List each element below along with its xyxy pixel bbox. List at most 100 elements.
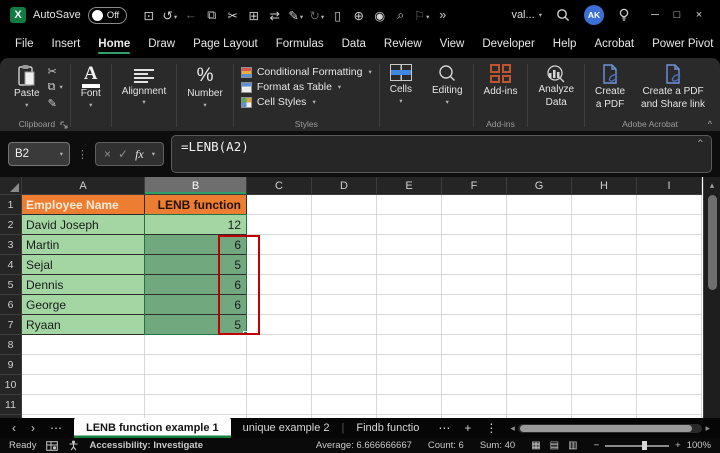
cell-F5[interactable] [442,275,507,295]
cell-D6[interactable] [312,295,377,315]
format-painter-icon[interactable]: ✎▾ [285,8,306,23]
cell-A3[interactable]: Martin [22,235,145,255]
maximize-button[interactable]: □ [666,9,688,21]
tab-review[interactable]: Review [375,33,431,55]
number-menu-button[interactable]: % Number ▾ [184,63,226,111]
tab-page-layout[interactable]: Page Layout [184,33,267,55]
column-header-H[interactable]: H [572,177,637,195]
tab-view[interactable]: View [431,33,474,55]
cell-F12[interactable] [442,415,507,418]
cell-A6[interactable]: George [22,295,145,315]
scroll-right-icon[interactable]: ▸ [705,423,710,434]
cell-E1[interactable] [377,195,442,215]
cell-D8[interactable] [312,335,377,355]
cell-A9[interactable] [22,355,145,375]
cell-D1[interactable] [312,195,377,215]
avatar[interactable]: AK [584,5,604,25]
font-menu-button[interactable]: A Font ▾ [78,63,104,111]
lightbulb-icon[interactable] [618,8,630,22]
cell-G3[interactable] [507,235,572,255]
cell-E6[interactable] [377,295,442,315]
cell-D7[interactable] [312,315,377,335]
cell-H5[interactable] [572,275,637,295]
cell-C3[interactable] [247,235,312,255]
cell-C10[interactable] [247,375,312,395]
cell-C1[interactable] [247,195,312,215]
cell-I5[interactable] [637,275,702,295]
cell-A4[interactable]: Sejal [22,255,145,275]
minimize-button[interactable]: ─ [644,9,666,21]
camera-icon[interactable]: ◉ [369,8,390,23]
cell-B2[interactable]: 12 [145,215,247,235]
cell-E2[interactable] [377,215,442,235]
cell-I10[interactable] [637,375,702,395]
tab-formulas[interactable]: Formulas [267,33,333,55]
cell-I9[interactable] [637,355,702,375]
cell-C9[interactable] [247,355,312,375]
lookup-icon[interactable]: ⌕ [390,8,411,23]
cell-F2[interactable] [442,215,507,235]
cell-G12[interactable] [507,415,572,418]
cell-D5[interactable] [312,275,377,295]
cell-A12[interactable] [22,415,145,418]
tab-insert[interactable]: Insert [43,33,90,55]
cell-G7[interactable] [507,315,572,335]
tab-power-pivot[interactable]: Power Pivot [643,33,720,55]
cell-E10[interactable] [377,375,442,395]
cell-A11[interactable] [22,395,145,415]
cell-I11[interactable] [637,395,702,415]
autosave-toggle[interactable]: Off [88,7,128,24]
cell-E4[interactable] [377,255,442,275]
cell-B8[interactable] [145,335,247,355]
row-header-4[interactable]: 4 [0,255,22,275]
row-header-6[interactable]: 6 [0,295,22,315]
cell-E12[interactable] [377,415,442,418]
cell-H2[interactable] [572,215,637,235]
column-header-E[interactable]: E [377,177,442,195]
vertical-scrollbar[interactable]: ▴ [703,177,720,418]
enter-button[interactable]: ✓ [118,147,128,161]
row-header-1[interactable]: 1 [0,195,22,215]
cell-I2[interactable] [637,215,702,235]
cell-A7[interactable]: Ryaan [22,315,145,335]
tab-draw[interactable]: Draw [139,33,184,55]
cell-F4[interactable] [442,255,507,275]
cell-E8[interactable] [377,335,442,355]
cell-E5[interactable] [377,275,442,295]
cell-E3[interactable] [377,235,442,255]
row-header-9[interactable]: 9 [0,355,22,375]
cell-I6[interactable] [637,295,702,315]
tab-home[interactable]: Home [89,33,139,55]
cell-F10[interactable] [442,375,507,395]
collapse-ribbon-icon[interactable]: ^ [708,119,712,129]
cell-B5[interactable]: 6 [145,275,247,295]
cut-button[interactable]: ✂ [48,65,63,78]
undo-icon[interactable]: ↺▾ [159,8,180,23]
search-icon[interactable] [556,8,570,22]
styles-item-format-as-table[interactable]: Format as Table▾ [241,81,372,93]
horizontal-scrollbar[interactable]: ◂ ▸ [510,423,710,434]
normal-view-icon[interactable]: ▦ [531,440,540,451]
scroll-left-icon[interactable]: ◂ [510,423,515,434]
column-header-F[interactable]: F [442,177,507,195]
cancel-button[interactable]: × [104,147,111,161]
cell-G6[interactable] [507,295,572,315]
sheet-tab-1[interactable]: LENB function example 1 [74,418,231,438]
cell-A2[interactable]: David Joseph [22,215,145,235]
cell-C11[interactable] [247,395,312,415]
cell-B6[interactable]: 6 [145,295,247,315]
paste-picture-icon[interactable]: ⊞ [243,8,264,23]
horizontal-scroll-thumb[interactable] [520,425,693,432]
styles-item-cell-styles[interactable]: Cell Styles▾ [241,96,372,108]
cell-F9[interactable] [442,355,507,375]
cell-H1[interactable] [572,195,637,215]
column-header-I[interactable]: I [637,177,702,195]
flag-icon[interactable]: ⚐▾ [411,8,432,23]
cell-A10[interactable] [22,375,145,395]
tab-data[interactable]: Data [333,33,375,55]
cell-H11[interactable] [572,395,637,415]
cell-I7[interactable] [637,315,702,335]
sheet-tab-3[interactable]: Findb functio [344,418,431,438]
accessibility-icon[interactable] [68,440,79,451]
name-box[interactable]: B2 ▾ [8,142,70,166]
